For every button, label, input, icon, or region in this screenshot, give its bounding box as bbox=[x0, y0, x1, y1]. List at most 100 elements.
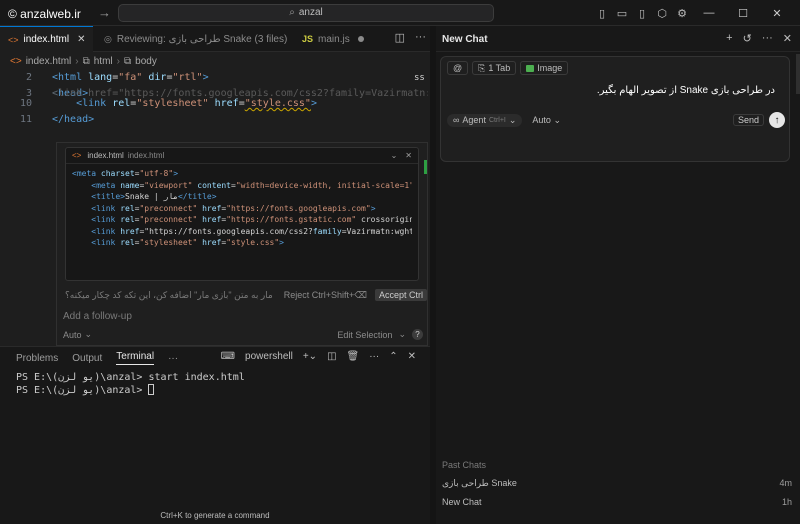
tab-chip[interactable]: ⎘ 1 Tab bbox=[472, 61, 517, 75]
edit-selection-label[interactable]: Edit Selection bbox=[337, 330, 392, 340]
minimize-button[interactable]: — bbox=[692, 5, 726, 21]
cube-icon[interactable]: ⬡ bbox=[652, 5, 672, 21]
tab-problems[interactable]: Problems bbox=[16, 353, 58, 364]
help-icon[interactable]: ? bbox=[412, 329, 423, 340]
diff-code-line: <title>Snake | مار</title> bbox=[91, 192, 217, 201]
editor-tab-actions: ◫ ··· bbox=[395, 31, 426, 44]
line-number: 10 bbox=[19, 98, 32, 109]
code-token: "style.css" bbox=[226, 238, 280, 247]
code-token: > bbox=[370, 203, 376, 213]
tab-main-js[interactable]: JS main.js bbox=[294, 26, 372, 52]
send-button[interactable]: ↑ bbox=[769, 112, 785, 128]
tab-reviewing[interactable]: ◎ Reviewing: طراحی بازی Snake (3 files) bbox=[96, 26, 292, 52]
forward-arrow-icon[interactable]: → bbox=[98, 5, 111, 20]
split-editor-icon[interactable]: ◫ bbox=[395, 31, 405, 44]
model-select[interactable]: Auto ⌄ bbox=[532, 115, 561, 126]
image-chip[interactable]: Image bbox=[520, 61, 569, 75]
code-token: "https://fonts.gstatic.com" bbox=[226, 215, 357, 224]
past-chats: Past Chats طراحی بازی Snake 4m New Chat … bbox=[442, 460, 792, 515]
scrollbar[interactable] bbox=[796, 54, 800, 94]
past-chat-item[interactable]: New Chat 1h bbox=[442, 497, 792, 507]
close-window-button[interactable]: ✕ bbox=[760, 5, 794, 21]
close-icon[interactable]: ✕ bbox=[77, 34, 85, 45]
more-icon[interactable]: ··· bbox=[762, 32, 773, 45]
breadcrumb-html[interactable]: html bbox=[94, 56, 113, 67]
chat-header: New Chat + ↺ ··· ✕ bbox=[436, 26, 800, 52]
accept-button[interactable]: Accept Ctrl bbox=[374, 289, 427, 301]
code-token: <link bbox=[91, 238, 116, 247]
code-token: "fa" bbox=[118, 72, 143, 83]
diff-card-header: <> index.html index.html ⌄ ✕ bbox=[66, 148, 418, 164]
html-icon: <> bbox=[72, 151, 82, 160]
maximize-button[interactable]: ☐ bbox=[726, 5, 760, 21]
close-panel-icon[interactable]: ✕ bbox=[408, 351, 416, 362]
diff-card-subtitle: index.html bbox=[127, 151, 165, 160]
breadcrumb-file[interactable]: index.html bbox=[26, 56, 72, 67]
split-terminal-icon[interactable]: ◫ bbox=[327, 351, 336, 362]
code-token: rel bbox=[120, 203, 135, 213]
terminal-output[interactable]: PS E:\(یو لزن)\anzal> start index.html P… bbox=[16, 371, 245, 397]
line-number: 2 bbox=[25, 72, 32, 83]
mode-select[interactable]: Auto bbox=[63, 330, 82, 340]
chat-tab[interactable]: New Chat bbox=[442, 34, 488, 45]
maximize-panel-icon[interactable]: ⌃ bbox=[389, 351, 397, 362]
chevron-down-icon[interactable]: ⌄ bbox=[391, 151, 398, 160]
image-icon bbox=[526, 64, 535, 72]
send-label[interactable]: Send bbox=[732, 114, 764, 126]
gear-icon[interactable]: ⚙ bbox=[672, 5, 692, 21]
code-token: "preconnect" bbox=[139, 203, 198, 213]
code-token: name bbox=[120, 180, 140, 190]
toggle-secondary-sidebar-icon[interactable]: ▯ bbox=[632, 5, 652, 21]
breadcrumb: <> index.html › ⧉ html › ⧉ body bbox=[0, 52, 430, 70]
chat-prompt[interactable]: در طراحی بازی Snake از تصویر الهام بگیر. bbox=[597, 85, 775, 96]
code-token: <meta bbox=[91, 180, 116, 190]
diff-code-line: <link href="https://fonts.googleapis.com… bbox=[91, 226, 412, 236]
code-token: <link bbox=[91, 203, 116, 213]
tab-terminal[interactable]: Terminal bbox=[116, 351, 155, 365]
agent-mode-select[interactable]: ∞ Agent Ctrl+I ⌄ bbox=[447, 113, 523, 127]
code-token: href bbox=[120, 226, 140, 236]
close-icon[interactable]: ✕ bbox=[405, 151, 412, 160]
terminal-hint: Ctrl+K to generate a command bbox=[160, 511, 270, 520]
code-token: > bbox=[202, 72, 209, 83]
toggle-panel-icon[interactable]: ▭ bbox=[612, 5, 632, 21]
close-icon[interactable]: ✕ bbox=[783, 32, 792, 45]
agent-label: Agent bbox=[462, 115, 486, 125]
past-chat-item[interactable]: طراحی بازی Snake 4m bbox=[442, 478, 792, 489]
plus-icon[interactable]: + bbox=[726, 32, 732, 45]
past-chats-title: Past Chats bbox=[442, 460, 487, 470]
chevron-down-icon: ⌄ bbox=[508, 114, 517, 125]
command-center-search[interactable]: ⌕ anzal bbox=[118, 4, 494, 22]
line-number: 11 bbox=[19, 113, 32, 125]
tab-icon: ⎘ bbox=[478, 62, 486, 73]
code-token: charset bbox=[100, 169, 135, 178]
code-token: <link bbox=[91, 215, 116, 224]
more-icon[interactable]: ··· bbox=[415, 31, 426, 44]
terminal-line: PS E:\(یو لزن)\anzal> start index.html bbox=[16, 372, 245, 383]
tab-output[interactable]: Output bbox=[72, 353, 102, 364]
mention-chip[interactable]: @ bbox=[447, 61, 469, 75]
code-token: <html bbox=[52, 72, 89, 83]
code-token: </title bbox=[177, 192, 212, 201]
code-token: > bbox=[279, 238, 284, 247]
chip-label: 1 Tab bbox=[488, 63, 511, 73]
panel-more-icon[interactable]: ··· bbox=[168, 353, 178, 364]
trash-icon[interactable]: 🗑 bbox=[347, 351, 360, 362]
tab-label: Reviewing: طراحی بازی Snake (3 files) bbox=[116, 33, 288, 45]
added-line-marker bbox=[424, 160, 427, 174]
shell-label[interactable]: powershell bbox=[245, 351, 293, 362]
code-token: > bbox=[211, 192, 217, 201]
new-terminal-icon[interactable]: +⌄ bbox=[303, 351, 317, 362]
history-icon[interactable]: ↺ bbox=[743, 32, 752, 45]
reject-button[interactable]: Reject Ctrl+Shift+⌫ bbox=[284, 290, 367, 301]
html-icon: <> bbox=[8, 34, 19, 45]
toggle-sidebar-icon[interactable]: ▯ bbox=[592, 5, 612, 21]
breadcrumb-body[interactable]: body bbox=[135, 56, 157, 67]
terminal-cursor bbox=[148, 384, 155, 395]
code-token: <title bbox=[91, 192, 121, 201]
html-icon: <> bbox=[10, 55, 22, 67]
panel-more-icon[interactable]: ··· bbox=[369, 351, 379, 362]
followup-input[interactable]: Add a follow-up bbox=[63, 311, 132, 322]
tab-index-html[interactable]: <> index.html ✕ bbox=[0, 26, 94, 52]
code-token: "preconnect" bbox=[139, 215, 198, 224]
